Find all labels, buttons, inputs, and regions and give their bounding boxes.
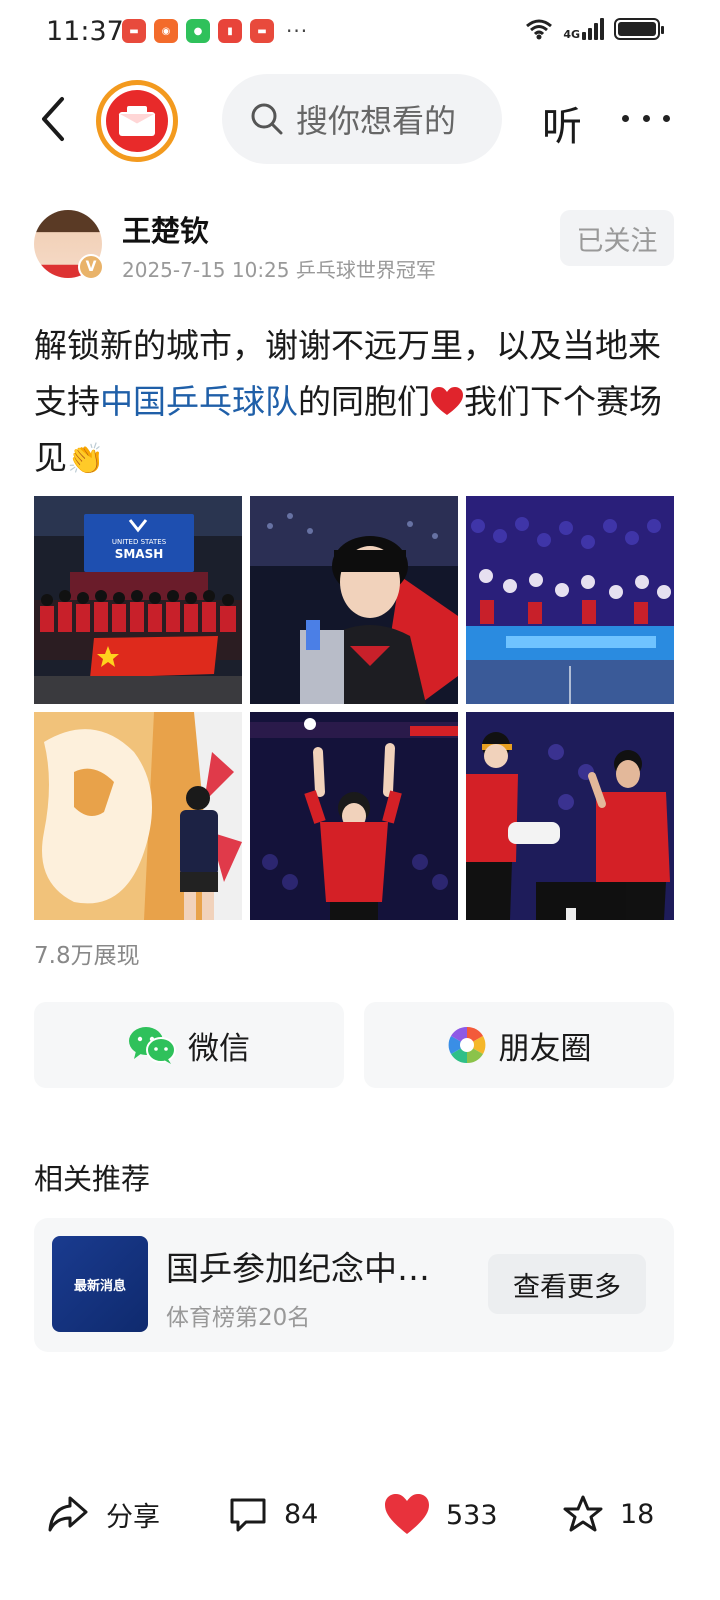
author-name[interactable]: 王楚钦	[122, 208, 209, 250]
share-row: 微信 朋友圈	[34, 1002, 674, 1088]
share-action-label: 分享	[106, 1501, 160, 1533]
back-button[interactable]	[30, 92, 76, 146]
author-header: V 王楚钦 2025-7-15 10:25 乒乓球世界冠军 已关注	[34, 208, 674, 284]
comment-icon	[230, 1498, 266, 1532]
bottom-action-bar: 分享 84 533 18	[0, 1480, 720, 1552]
related-rank: 体育榜第20名	[166, 1305, 311, 1331]
wifi-icon	[526, 19, 553, 40]
gallery-banner-text-1: UNITED STATES	[112, 538, 167, 546]
gallery-image-crowd[interactable]	[466, 496, 674, 704]
topic-link[interactable]: 中国乒乓球队	[100, 382, 298, 421]
gallery-image-coach[interactable]	[466, 712, 674, 920]
gallery-image-lion-banner[interactable]	[34, 712, 242, 920]
search-placeholder: 搜你想看的	[296, 102, 457, 140]
gallery-banner-text-2: SMASH	[115, 547, 164, 561]
gallery-image-selfie[interactable]	[250, 496, 458, 704]
listen-button[interactable]: 听	[542, 94, 582, 152]
system-status: 4G	[525, 18, 664, 40]
notification-icons: ▬ ◉ ● ▮ ▬ ···	[122, 19, 308, 43]
more-options-icon[interactable]	[622, 102, 670, 134]
app-logo[interactable]	[96, 80, 178, 162]
share-wechat-label: 微信	[188, 1030, 250, 1067]
like-count: 533	[446, 1499, 498, 1531]
view-more-button[interactable]: 查看更多	[488, 1254, 646, 1314]
clapping-hands-emoji-icon: 👏	[67, 442, 105, 477]
image-gallery: UNITED STATES SMASH	[34, 496, 674, 922]
share-wechat-button[interactable]: 微信	[34, 1002, 344, 1088]
gallery-image-team-flag[interactable]: UNITED STATES SMASH	[34, 496, 242, 704]
gallery-image-celebration[interactable]	[250, 712, 458, 920]
red-envelope-icon	[118, 106, 156, 136]
news-app-notification-icon-2: ▬	[250, 19, 274, 43]
favorite-action-button[interactable]: 18	[562, 1494, 654, 1534]
follow-button[interactable]: 已关注	[560, 210, 674, 266]
share-arrow-icon	[48, 1496, 88, 1532]
star-icon	[563, 1495, 603, 1532]
search-icon	[251, 103, 283, 135]
post-text-part2: 的同胞们	[298, 382, 430, 421]
related-card[interactable]: 最新消息 国乒参加纪念中… 体育榜第20名 查看更多	[34, 1218, 674, 1352]
taobao-app-notification-icon: ◉	[154, 19, 178, 43]
news-app-notification-icon: ▬	[122, 19, 146, 43]
like-action-button[interactable]: 533	[384, 1494, 498, 1536]
search-input[interactable]: 搜你想看的	[222, 74, 502, 164]
wechat-notification-icon: ●	[186, 19, 210, 43]
post-content: 解锁新的城市，谢谢不远万里，以及当地来支持中国乒乓球队的同胞们 我们下个赛场见👏	[34, 318, 684, 488]
post-meta: 2025-7-15 10:25 乒乓球世界冠军	[122, 258, 436, 282]
book-app-notification-icon: ▮	[218, 19, 242, 43]
chevron-left-icon	[42, 97, 64, 141]
heart-icon	[385, 1494, 429, 1534]
comment-action-button[interactable]: 84	[228, 1494, 318, 1534]
top-navigation: 搜你想看的 听	[0, 74, 720, 166]
share-action-button[interactable]: 分享	[46, 1494, 160, 1534]
more-notifications-icon: ···	[286, 19, 309, 43]
moments-aperture-icon	[448, 1026, 485, 1064]
red-heart-emoji-icon	[431, 387, 463, 415]
share-moments-button[interactable]: 朋友圈	[364, 1002, 674, 1088]
related-headline[interactable]: 国乒参加纪念中…	[166, 1242, 430, 1290]
network-type: 4G	[563, 28, 580, 41]
favorite-count: 18	[620, 1498, 655, 1530]
related-thumbnail: 最新消息	[52, 1236, 148, 1332]
status-bar: 11:37 ▬ ◉ ● ▮ ▬ ··· 4G	[0, 0, 720, 64]
battery-icon	[614, 18, 664, 40]
wechat-icon	[129, 1027, 176, 1064]
impressions-count: 7.8万展现	[34, 943, 140, 969]
comment-count: 84	[284, 1498, 319, 1530]
share-moments-label: 朋友圈	[498, 1030, 592, 1067]
status-time: 11:37	[46, 16, 124, 47]
verified-badge-icon: V	[78, 254, 104, 280]
cellular-signal-icon: 4G	[563, 18, 604, 40]
related-section-title: 相关推荐	[34, 1162, 151, 1196]
